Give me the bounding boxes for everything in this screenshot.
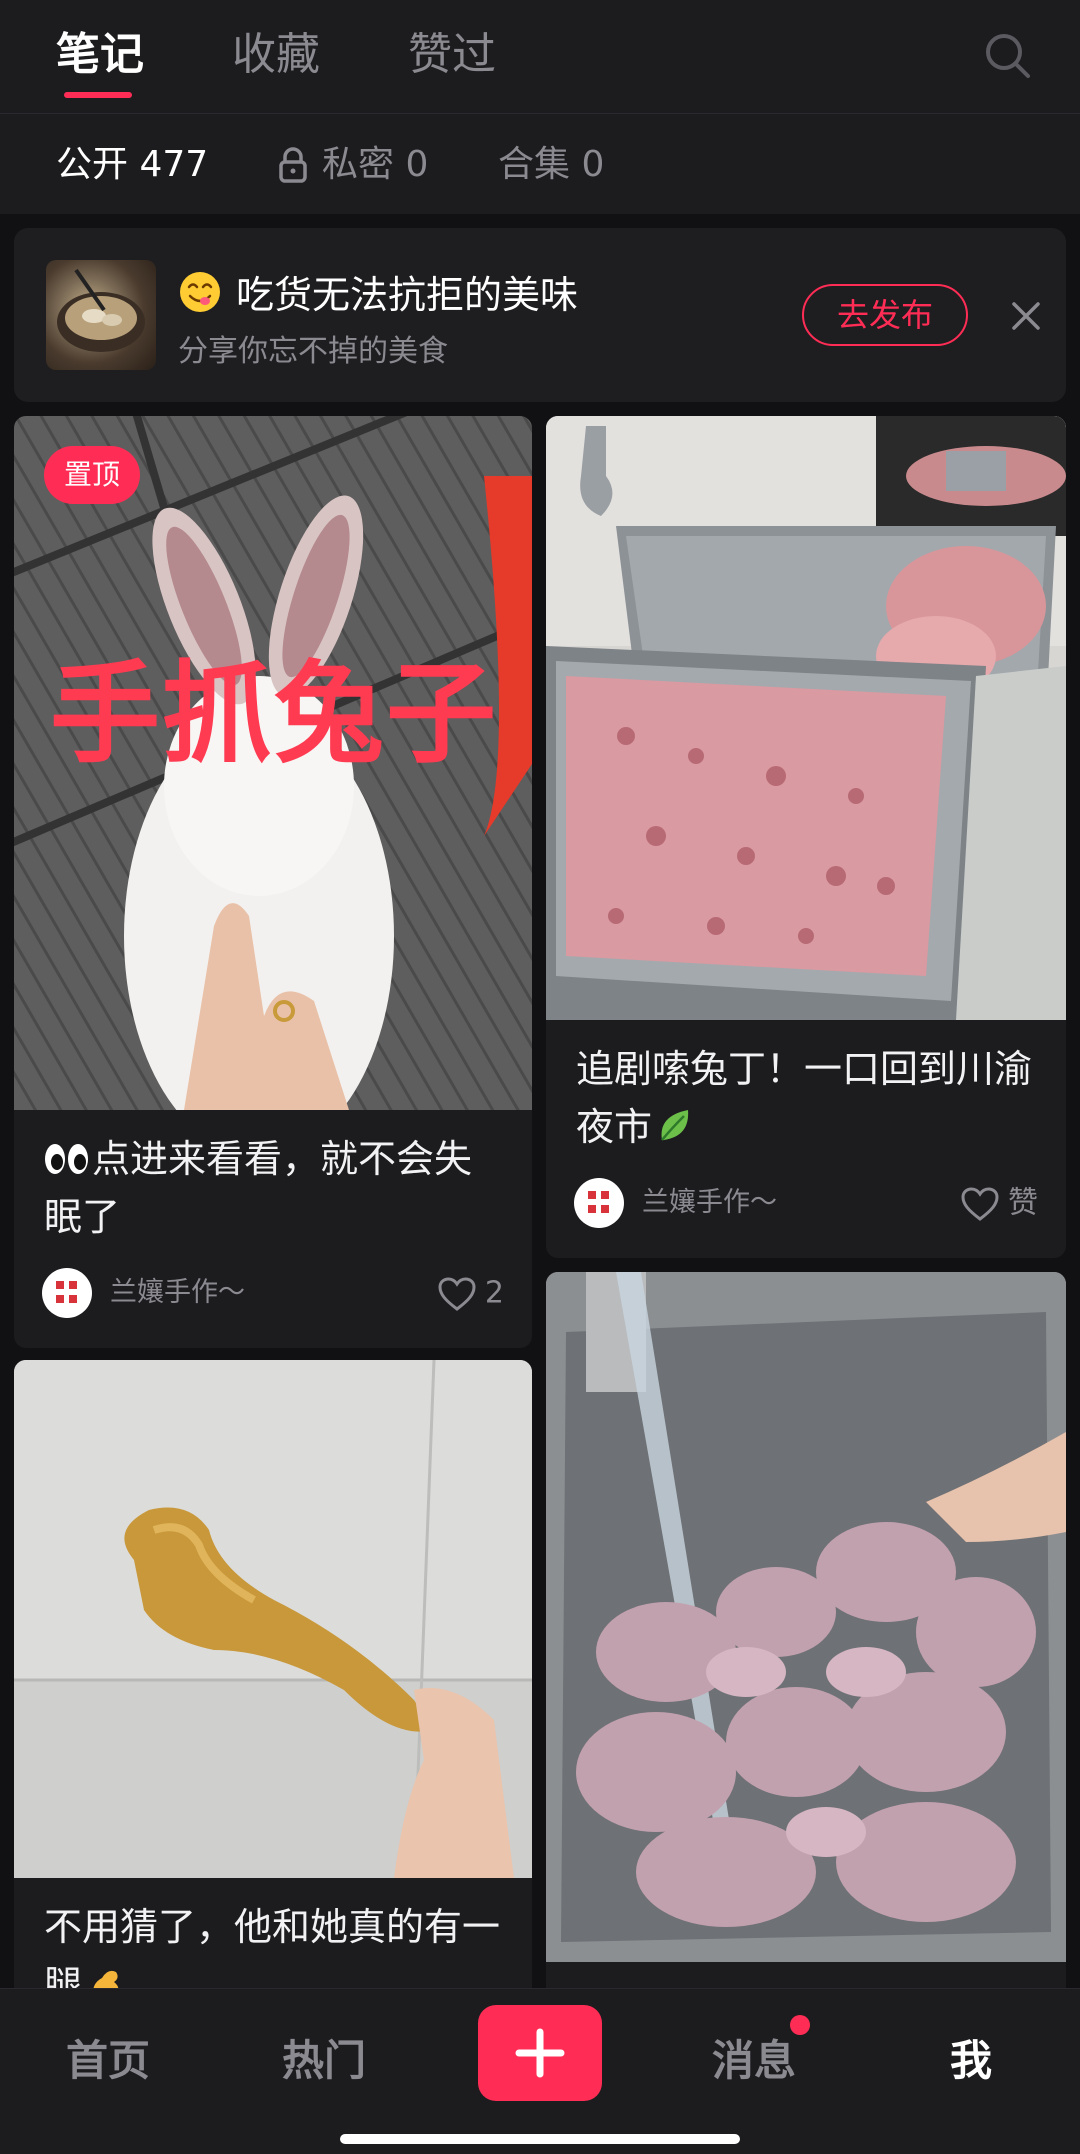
search-icon[interactable]	[982, 30, 1034, 82]
author-avatar[interactable]	[574, 1178, 624, 1228]
profile-notes-page: 笔记 收藏 赞过 公开 477 私密 0 合集 0 吃货无法抗拒的美味 分享你忘…	[0, 0, 1080, 2154]
note-card[interactable]: 置顶 手抓兔子 点进来看看，就不会失眠了 兰孃手作～ 2	[14, 416, 532, 1348]
visibility-filter-row: 公开 477 私密 0 合集 0	[0, 114, 1080, 214]
cover-overlay-text: 手抓兔子	[50, 650, 498, 778]
publish-prompt-banner: 吃货无法抗拒的美味 分享你忘不掉的美食 去发布	[14, 228, 1066, 402]
heart-icon	[438, 1276, 476, 1311]
note-title-text: 追剧嗦兔丁！一口回到川渝夜市	[576, 1047, 1033, 1149]
active-tab-indicator	[64, 92, 132, 98]
home-indicator	[340, 2134, 740, 2144]
banner-title: 吃货无法抗拒的美味	[178, 264, 578, 319]
banner-title-text: 吃货无法抗拒的美味	[236, 273, 579, 317]
like-button[interactable]: 赞	[960, 1178, 1038, 1229]
leaf-emoji-icon	[661, 1110, 689, 1141]
note-card[interactable]	[546, 1272, 1066, 2000]
like-count: 赞	[1008, 1185, 1038, 1221]
filter-public[interactable]: 公开 477	[56, 134, 208, 194]
filter-collections[interactable]: 合集 0	[498, 134, 604, 194]
note-card[interactable]: 追剧嗦兔丁！一口回到川渝夜市 兰孃手作～ 赞	[546, 416, 1066, 1258]
note-title: 追剧嗦兔丁！一口回到川渝夜市	[576, 1040, 1038, 1156]
create-post-button[interactable]	[478, 2005, 602, 2101]
note-title: 点进来看看，就不会失眠了	[44, 1130, 504, 1246]
author-avatar[interactable]	[42, 1268, 92, 1318]
publish-button[interactable]: 去发布	[802, 284, 968, 346]
note-footer: 兰孃手作～ 赞	[574, 1178, 1038, 1230]
nav-trending[interactable]: 热门	[282, 2027, 366, 2088]
author-name[interactable]: 兰孃手作～	[642, 1178, 777, 1228]
author-name[interactable]: 兰孃手作～	[110, 1268, 245, 1318]
banner-food-thumbnail	[46, 260, 156, 370]
eyes-emoji-icon	[45, 1144, 88, 1174]
note-card[interactable]: 不用猜了，他和她真的有一腿	[14, 1360, 532, 2000]
filter-private[interactable]: 私密 0	[278, 134, 428, 194]
nav-me[interactable]: 我	[950, 2027, 992, 2088]
note-footer: 兰孃手作～ 2	[42, 1268, 504, 1320]
note-title-text: 点进来看看，就不会失眠了	[44, 1137, 473, 1239]
close-icon[interactable]	[1008, 298, 1044, 334]
heart-icon	[961, 1186, 999, 1221]
pinned-badge: 置顶	[44, 446, 140, 504]
top-tab-bar: 笔记 收藏 赞过	[0, 0, 1080, 114]
filter-collections-label: 合集 0	[498, 144, 605, 185]
filter-public-label: 公开 477	[56, 144, 209, 185]
banner-subtitle: 分享你忘不掉的美食	[178, 334, 448, 369]
note-title: 不用猜了，他和她真的有一腿	[44, 1898, 504, 2000]
note-cover-image	[546, 1272, 1066, 1962]
unread-dot	[790, 2015, 810, 2035]
note-cover-image	[546, 416, 1066, 1020]
filter-private-label: 私密 0	[322, 144, 429, 185]
lock-icon	[279, 147, 307, 183]
nav-messages[interactable]: 消息	[712, 2027, 796, 2088]
tab-favorites[interactable]: 收藏	[232, 26, 320, 84]
like-button[interactable]: 2	[437, 1268, 504, 1319]
tab-notes[interactable]: 笔记	[56, 26, 144, 84]
plus-icon	[515, 2028, 565, 2078]
nav-home[interactable]: 首页	[66, 2027, 150, 2088]
tab-liked[interactable]: 赞过	[408, 26, 496, 84]
bottom-navigation: 首页 热门 消息 我	[0, 1988, 1080, 2154]
yum-emoji-icon	[180, 272, 220, 312]
note-cover-image	[14, 1360, 532, 1878]
like-count: 2	[484, 1275, 504, 1311]
